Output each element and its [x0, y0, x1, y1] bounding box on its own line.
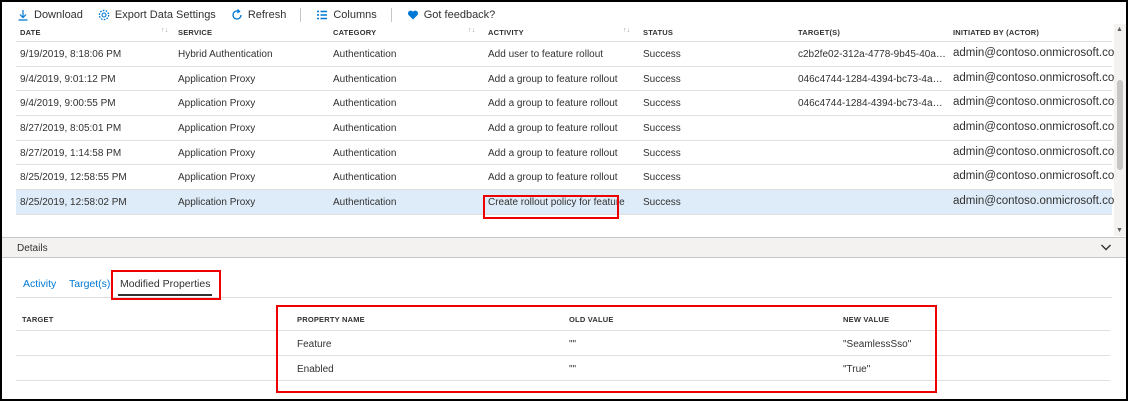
refresh-icon [230, 8, 244, 22]
column-header-targets[interactable]: TARGET(S) [798, 28, 946, 37]
cell-service: Application Proxy [178, 73, 256, 85]
table-row[interactable]: 9/4/2019, 9:00:55 PM Application Proxy A… [16, 91, 1124, 117]
refresh-label: Refresh [247, 9, 287, 21]
cell-status: Success [643, 123, 681, 135]
grid-scrollbar[interactable]: ▲ ▼ [1114, 24, 1126, 236]
cell-target: c2b2fe02-312a-4778-9b45-40a0ae... [798, 49, 946, 60]
cell-status: Success [643, 73, 681, 85]
cell-target: 046c4744-1284-4394-bc73-4a6618... [798, 98, 946, 110]
cell-actor: admin@contoso.onmicrosoft.com [953, 170, 1124, 183]
cell-date: 8/27/2019, 8:05:01 PM [20, 123, 122, 135]
cell-category: Authentication [333, 98, 397, 110]
cell-activity: Add a group to feature rollout [488, 73, 618, 85]
cell-service: Application Proxy [178, 98, 256, 110]
toolbar-divider [300, 8, 302, 22]
scrollbar-thumb[interactable] [1117, 80, 1123, 170]
column-header-initiated-by[interactable]: INITIATED BY (ACTOR) [953, 28, 1039, 37]
chevron-down-icon[interactable] [1100, 241, 1112, 256]
gear-icon [97, 8, 111, 22]
export-data-settings-button[interactable]: Export Data Settings [97, 8, 216, 22]
cell-actor: admin@contoso.onmicrosoft.com [953, 96, 1124, 109]
cell-activity: Add a group to feature rollout [488, 172, 618, 184]
feedback-label: Got feedback? [423, 9, 496, 21]
table-row[interactable]: 9/4/2019, 9:01:12 PM Application Proxy A… [16, 67, 1124, 92]
column-header-status[interactable]: STATUS [643, 28, 673, 37]
cell-actor: admin@contoso.onmicrosoft.com [953, 195, 1124, 208]
refresh-button[interactable]: Refresh [230, 8, 287, 22]
table-row[interactable]: 9/19/2019, 8:18:06 PM Hybrid Authenticat… [16, 42, 1124, 67]
cell-service: Application Proxy [178, 172, 256, 184]
cell-status: Success [643, 49, 681, 60]
details-bar[interactable]: Details [2, 237, 1126, 258]
activity-highlight-box [483, 195, 619, 219]
cell-actor: admin@contoso.onmicrosoft.com [953, 71, 1124, 84]
cell-category: Authentication [333, 49, 397, 60]
download-label: Download [34, 9, 83, 21]
table-row[interactable]: 8/25/2019, 12:58:55 PM Application Proxy… [16, 165, 1124, 191]
sort-icon[interactable]: ↑↓ [161, 27, 168, 34]
cell-activity: Add a group to feature rollout [488, 98, 618, 110]
cell-service: Hybrid Authentication [178, 49, 273, 60]
heart-icon [406, 8, 420, 22]
sort-icon[interactable]: ↑↓ [468, 27, 475, 34]
grid-header: DATE ↑↓ SERVICE CATEGORY ↑↓ ACTIVITY ↑↓ … [16, 24, 1112, 42]
properties-highlight-box [276, 305, 937, 393]
cell-category: Authentication [333, 123, 397, 135]
cell-category: Authentication [333, 73, 397, 85]
cell-date: 8/25/2019, 12:58:02 PM [20, 197, 127, 209]
columns-label: Columns [333, 9, 377, 21]
audit-log-grid: DATE ↑↓ SERVICE CATEGORY ↑↓ ACTIVITY ↑↓ … [16, 24, 1124, 215]
cell-actor: admin@contoso.onmicrosoft.com [953, 145, 1124, 158]
export-data-settings-label: Export Data Settings [114, 9, 216, 21]
column-header-target: TARGET [22, 315, 54, 324]
download-button[interactable]: Download [16, 8, 83, 22]
cell-status: Success [643, 98, 681, 110]
tab-targets[interactable]: Target(s) [69, 278, 110, 290]
cell-date: 9/4/2019, 9:00:55 PM [20, 98, 116, 110]
table-row[interactable]: 8/27/2019, 1:14:58 PM Application Proxy … [16, 141, 1124, 166]
cell-category: Authentication [333, 147, 397, 159]
scroll-up-icon[interactable]: ▲ [1116, 26, 1123, 33]
download-icon [16, 8, 30, 22]
details-label: Details [17, 243, 48, 254]
cell-status: Success [643, 147, 681, 159]
cell-service: Application Proxy [178, 147, 256, 159]
toolbar-divider [390, 8, 392, 22]
cell-category: Authentication [333, 197, 397, 209]
cell-date: 9/4/2019, 9:01:12 PM [20, 73, 116, 85]
tab-activity[interactable]: Activity [23, 278, 56, 290]
cell-date: 8/25/2019, 12:58:55 PM [20, 172, 127, 184]
cell-service: Application Proxy [178, 123, 256, 135]
cell-service: Application Proxy [178, 197, 256, 209]
cell-activity: Add user to feature rollout [488, 49, 604, 60]
feedback-button[interactable]: Got feedback? [406, 8, 496, 22]
cell-date: 8/27/2019, 1:14:58 PM [20, 147, 122, 159]
tab-highlight-box [111, 270, 221, 300]
cell-target: 046c4744-1284-4394-bc73-4a6618... [798, 73, 946, 85]
scroll-down-icon[interactable]: ▼ [1116, 227, 1123, 234]
columns-icon [315, 8, 329, 22]
cell-status: Success [643, 172, 681, 184]
cell-status: Success [643, 197, 681, 209]
cell-date: 9/19/2019, 8:18:06 PM [20, 49, 122, 60]
table-row[interactable]: 8/27/2019, 8:05:01 PM Application Proxy … [16, 116, 1124, 141]
column-header-service[interactable]: SERVICE [178, 28, 212, 37]
column-header-category[interactable]: CATEGORY [333, 28, 376, 37]
cell-activity: Add a group to feature rollout [488, 147, 618, 159]
columns-button[interactable]: Columns [315, 8, 377, 22]
cell-category: Authentication [333, 172, 397, 184]
cell-activity: Add a group to feature rollout [488, 123, 618, 135]
cell-actor: admin@contoso.onmicrosoft.com [953, 47, 1124, 59]
sort-icon[interactable]: ↑↓ [623, 27, 630, 34]
column-header-activity[interactable]: ACTIVITY [488, 28, 524, 37]
cell-actor: admin@contoso.onmicrosoft.com [953, 121, 1124, 134]
column-header-date[interactable]: DATE [20, 28, 41, 37]
